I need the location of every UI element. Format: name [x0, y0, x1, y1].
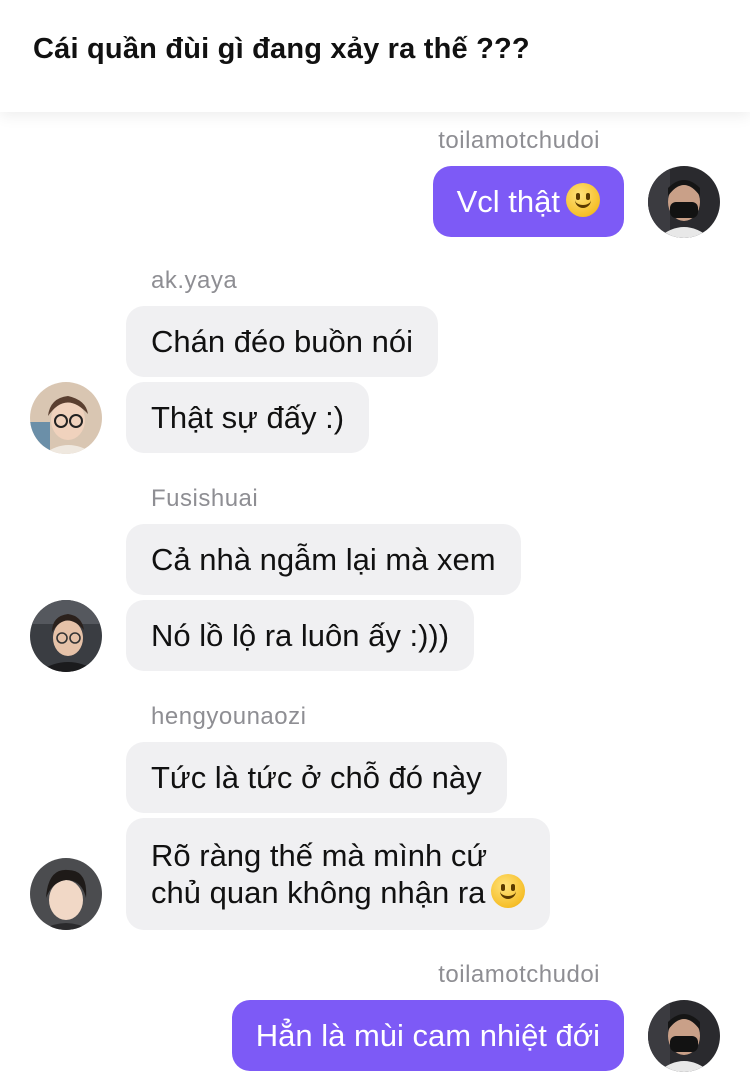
avatar-toilamotchudoi[interactable]: [648, 1000, 720, 1072]
message-bubble-incoming[interactable]: Thật sự đấy :): [126, 382, 370, 453]
message-bubble-incoming[interactable]: Nó lồ lộ ra luôn ấy :))): [126, 600, 475, 671]
sender-name: toilamotchudoi: [438, 127, 600, 154]
message-bubble-outgoing[interactable]: Vcl thật: [432, 166, 624, 237]
message-text: Hẳn là mùi cam nhiệt đới: [255, 1018, 600, 1053]
sender-name: toilamotchudoi: [438, 961, 600, 988]
message-text: Cả nhà ngẫm lại mà xem: [151, 542, 496, 577]
message-text: Rõ ràng thế mà mình cứ: [151, 838, 488, 873]
message-bubble-incoming[interactable]: Rõ ràng thế mà mình cứ chủ quan không nhậ…: [126, 818, 551, 930]
message-bubble-incoming[interactable]: Cả nhà ngẫm lại mà xem: [126, 524, 521, 595]
message-text: Tức là tức ở chỗ đó này: [151, 760, 482, 795]
message-text: Chán đéo buồn nói: [151, 324, 414, 359]
sender-name: hengyounaozi: [151, 703, 307, 730]
sender-name: ak.yaya: [151, 267, 238, 294]
avatar-toilamotchudoi[interactable]: [648, 166, 720, 238]
message-bubble-outgoing[interactable]: Hẳn là mùi cam nhiệt đới: [231, 1000, 624, 1071]
message-text: Nó lồ lộ ra luôn ấy :))): [151, 618, 450, 653]
chat-header: Cái quần đùi gì đang xảy ra thế ???: [0, 0, 750, 112]
chat-title: Cái quần đùi gì đang xảy ra thế ???: [33, 33, 530, 65]
avatar-fusishuai[interactable]: [30, 600, 102, 672]
slightly-smiling-face-icon: [566, 183, 600, 217]
slightly-smiling-face-icon: [491, 874, 526, 908]
message-bubble-incoming[interactable]: Chán đéo buồn nói: [126, 306, 439, 377]
avatar-hengyounaozi[interactable]: [30, 858, 102, 930]
avatar-ak-yaya[interactable]: [30, 382, 102, 454]
message-bubble-incoming[interactable]: Tức là tức ở chỗ đó này: [126, 742, 507, 813]
message-text: chủ quan không nhận ra: [151, 875, 486, 910]
message-text: Thật sự đấy :): [151, 400, 345, 435]
sender-name: Fusishuai: [151, 485, 259, 512]
message-text: Vcl thật: [456, 184, 560, 219]
